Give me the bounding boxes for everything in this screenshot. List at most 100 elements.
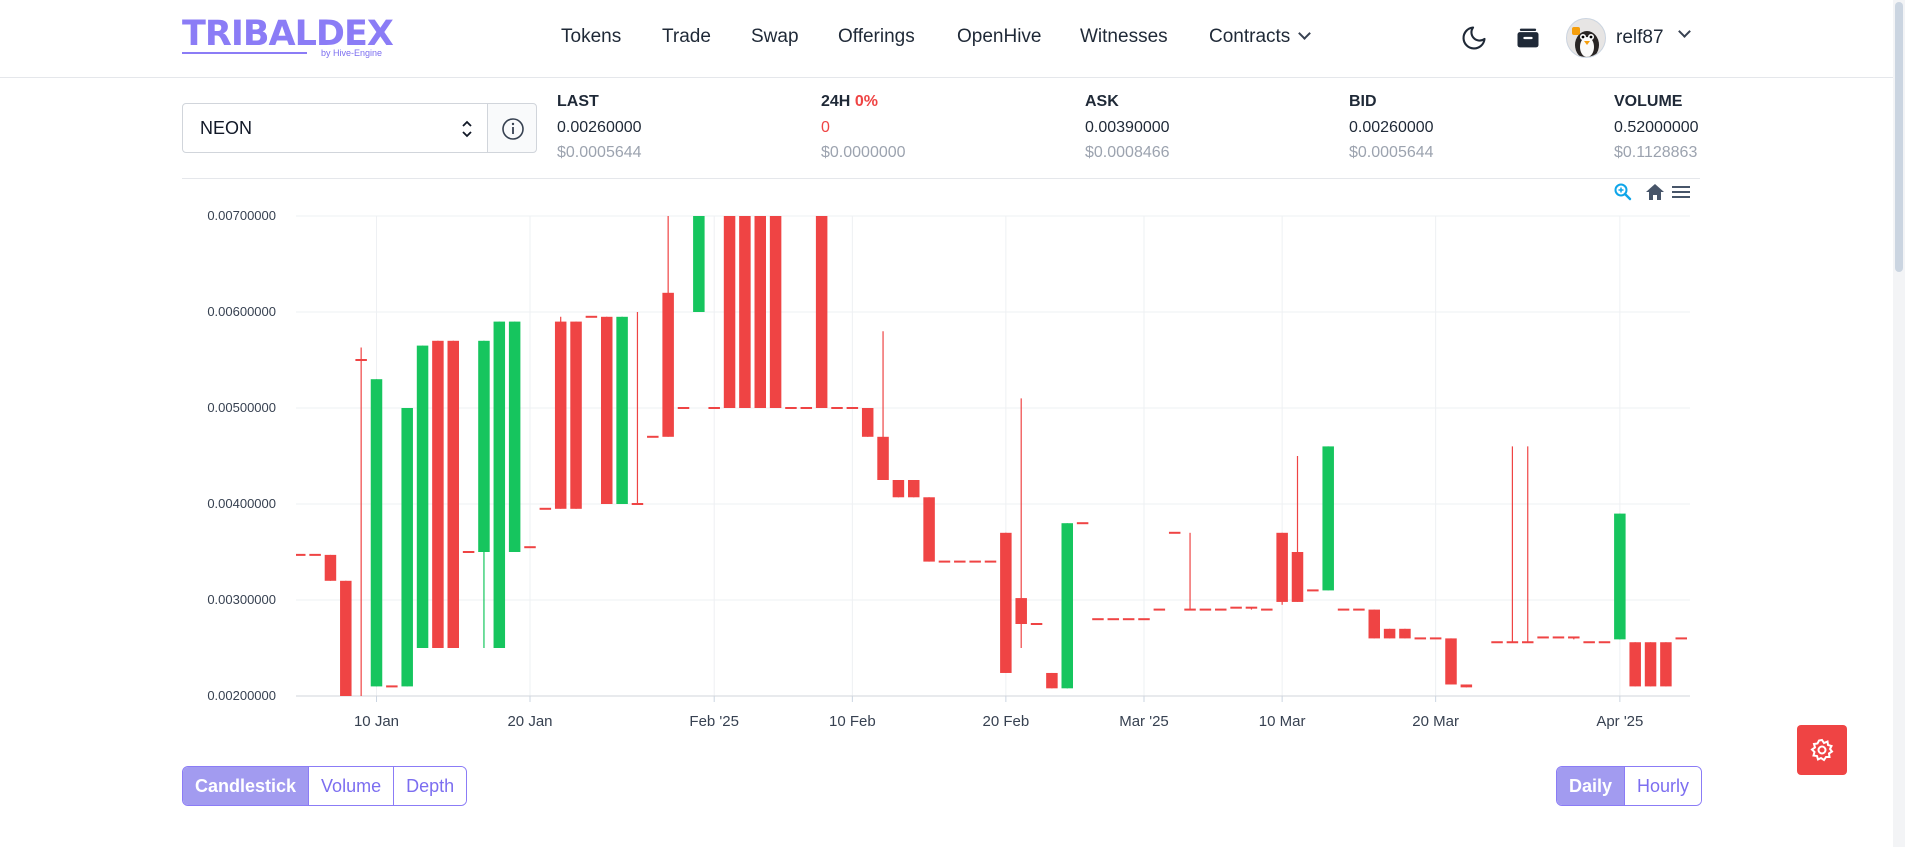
candle-body[interactable] xyxy=(677,407,690,409)
dark-mode-toggle[interactable] xyxy=(1460,24,1488,52)
nav-swap[interactable]: Swap xyxy=(751,26,799,48)
candle-body[interactable] xyxy=(723,216,736,408)
candle-body[interactable] xyxy=(1598,641,1611,644)
candle-body[interactable] xyxy=(1322,446,1334,591)
candle-body[interactable] xyxy=(1429,637,1442,640)
candle-body[interactable] xyxy=(432,340,444,648)
candle-body[interactable] xyxy=(1291,552,1304,602)
settings-button[interactable] xyxy=(1797,725,1847,775)
candle-body[interactable] xyxy=(1414,637,1427,640)
candle-body[interactable] xyxy=(1030,623,1043,625)
candle-body[interactable] xyxy=(831,407,843,409)
username[interactable]: relf87 xyxy=(1616,27,1664,49)
tab-daily[interactable]: Daily xyxy=(1557,767,1626,805)
candle-body[interactable] xyxy=(1583,641,1595,644)
candle-body[interactable] xyxy=(585,315,598,318)
tab-candlestick[interactable]: Candlestick xyxy=(183,767,310,805)
candle-body[interactable] xyxy=(1245,606,1258,609)
candle-body[interactable] xyxy=(1261,608,1273,611)
candle-body[interactable] xyxy=(416,345,429,648)
candle-body[interactable] xyxy=(938,560,951,563)
candle-body[interactable] xyxy=(370,379,383,687)
candle-body[interactable] xyxy=(386,685,398,688)
candlestick-chart[interactable]: 0.00700000 0.00600000 0.00500000 0.00400000… xyxy=(182,180,1702,740)
candle-body[interactable] xyxy=(815,216,828,408)
candle-body[interactable] xyxy=(1061,523,1074,689)
candle-body[interactable] xyxy=(1491,641,1503,644)
candle-body[interactable] xyxy=(1046,672,1058,689)
token-select[interactable]: NEON xyxy=(182,103,488,153)
candle-body[interactable] xyxy=(340,580,352,696)
candle-body[interactable] xyxy=(493,321,506,648)
candle-body[interactable] xyxy=(892,480,905,498)
candle-body[interactable] xyxy=(1399,628,1411,639)
tab-hourly[interactable]: Hourly xyxy=(1625,767,1702,805)
candle-body[interactable] xyxy=(539,507,552,510)
candle-body[interactable] xyxy=(1368,609,1381,639)
candle-body[interactable] xyxy=(1383,628,1396,639)
nav-tokens[interactable]: Tokens xyxy=(561,26,621,48)
tribaldex-logo[interactable]: TRIBALDEX by Hive-Engine xyxy=(182,16,394,60)
candle-body[interactable] xyxy=(478,340,490,552)
candle-body[interactable] xyxy=(800,407,813,409)
nav-offerings[interactable]: Offerings xyxy=(838,26,915,48)
candle-body[interactable] xyxy=(1537,636,1549,639)
candle-body[interactable] xyxy=(861,408,874,437)
candle-body[interactable] xyxy=(1107,618,1120,621)
candle-body[interactable] xyxy=(754,216,767,408)
candle-body[interactable] xyxy=(1276,532,1288,602)
candle-body[interactable] xyxy=(1660,642,1672,687)
candle-body[interactable] xyxy=(1215,608,1227,611)
candle-body[interactable] xyxy=(1506,641,1519,644)
candle-body[interactable] xyxy=(908,480,920,498)
candle-body[interactable] xyxy=(1522,641,1534,644)
candle-body[interactable] xyxy=(1076,522,1089,525)
candle-body[interactable] xyxy=(1568,636,1580,639)
candle-body[interactable] xyxy=(1353,608,1365,611)
candle-body[interactable] xyxy=(401,408,413,687)
candle-body[interactable] xyxy=(524,546,536,549)
candle-body[interactable] xyxy=(1230,606,1242,609)
page-scrollbar[interactable] xyxy=(1893,0,1905,847)
candle-body[interactable] xyxy=(1552,636,1565,639)
candle-body[interactable] xyxy=(294,553,306,556)
candle-body[interactable] xyxy=(631,503,644,505)
candle-body[interactable] xyxy=(601,316,613,504)
candle-body[interactable] xyxy=(1629,642,1641,687)
candle-body[interactable] xyxy=(969,560,981,563)
candle-body[interactable] xyxy=(785,407,797,409)
candle-body[interactable] xyxy=(1015,598,1027,624)
nav-witnesses[interactable]: Witnesses xyxy=(1080,26,1168,48)
nav-openhive[interactable]: OpenHive xyxy=(957,26,1042,48)
candle-body[interactable] xyxy=(1153,608,1166,611)
candle-body[interactable] xyxy=(1000,532,1012,673)
candle-body[interactable] xyxy=(447,340,460,648)
candle-body[interactable] xyxy=(647,435,659,438)
candle-body[interactable] xyxy=(1337,608,1350,611)
candle-body[interactable] xyxy=(954,560,966,563)
candle-body[interactable] xyxy=(616,316,628,504)
candle-body[interactable] xyxy=(662,292,674,437)
candle-body[interactable] xyxy=(1644,642,1657,687)
candle-body[interactable] xyxy=(984,560,997,563)
tab-volume[interactable]: Volume xyxy=(309,767,395,805)
candle-body[interactable] xyxy=(1199,608,1212,611)
user-menu-toggle[interactable] xyxy=(1678,25,1691,45)
candle-body[interactable] xyxy=(1445,638,1457,685)
candle-body[interactable] xyxy=(693,216,705,312)
candle-body[interactable] xyxy=(846,407,859,409)
candle-body[interactable] xyxy=(462,551,475,553)
candle-body[interactable] xyxy=(1092,618,1104,621)
candle-body[interactable] xyxy=(1675,637,1688,640)
candle-body[interactable] xyxy=(739,216,751,408)
candle-body[interactable] xyxy=(1307,589,1319,592)
nav-trade[interactable]: Trade xyxy=(662,26,711,48)
scrollbar-thumb[interactable] xyxy=(1895,2,1903,272)
candle-body[interactable] xyxy=(508,321,521,552)
candle-body[interactable] xyxy=(923,497,935,562)
candle-body[interactable] xyxy=(570,321,582,509)
candle-body[interactable] xyxy=(877,436,889,480)
candle-body[interactable] xyxy=(1614,513,1626,640)
tab-depth[interactable]: Depth xyxy=(394,767,467,805)
candle-body[interactable] xyxy=(554,321,567,509)
